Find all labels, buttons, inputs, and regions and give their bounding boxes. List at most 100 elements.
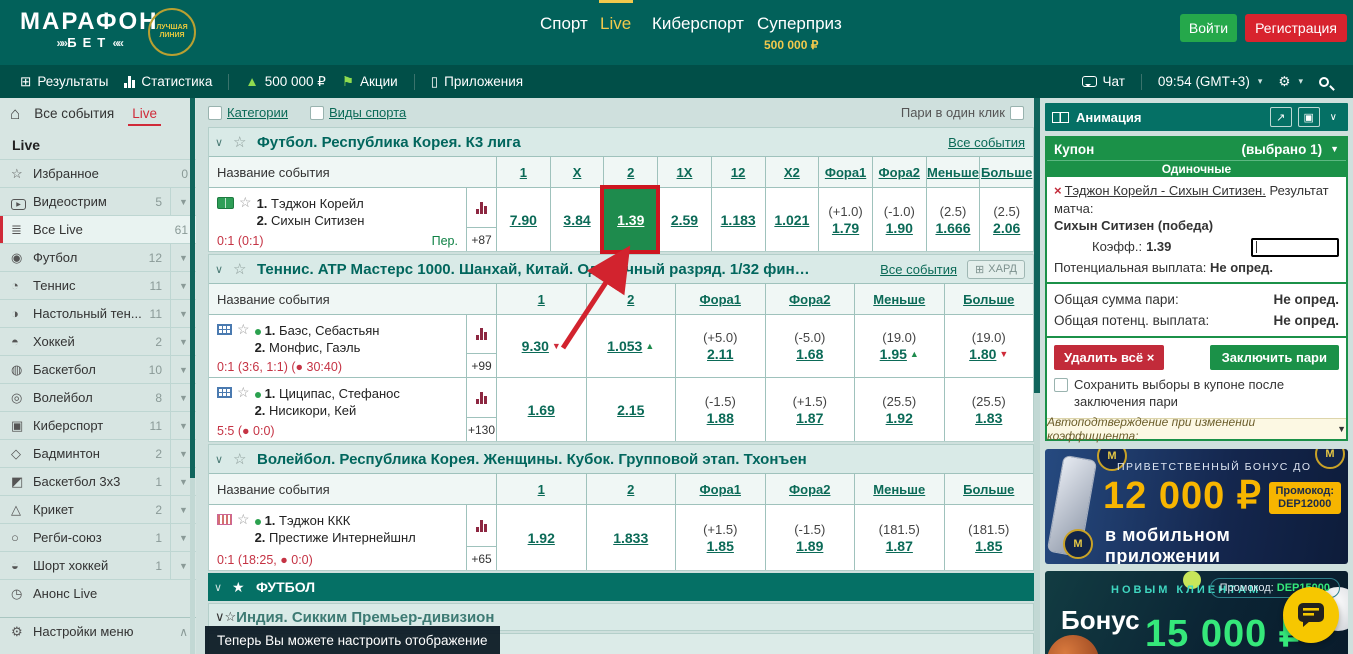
checkbox[interactable] <box>1054 378 1068 392</box>
sidebar-item-videostream[interactable]: ▶Видеострим5▼ <box>0 187 196 215</box>
filter-sports[interactable]: Виды спорта <box>310 105 406 120</box>
event-name-cell[interactable]: ☆ 1. Баэс, Себастьян 2. Монфис, Гаэль 0:… <box>209 315 466 377</box>
sidebar-item-table-tennis[interactable]: ◑Настольный тен...11▼ <box>0 299 196 327</box>
sidebar-item-badminton[interactable]: ◇Бадминтон2▼ <box>0 439 196 467</box>
star-icon[interactable]: ☆ <box>237 512 250 546</box>
nav-superprize[interactable]: Суперприз <box>757 14 842 34</box>
sidebar-scrollbar[interactable] <box>190 98 195 654</box>
nav-sport[interactable]: Спорт <box>540 14 588 34</box>
column-header[interactable]: Больше <box>944 284 1034 314</box>
brand-logo[interactable]: МАРАФОН »» БЕТ «« <box>20 9 158 51</box>
odds-cell[interactable]: (+1.5)1.87 <box>765 378 855 441</box>
sidebar-item-favorites[interactable]: ☆Избранное0 <box>0 159 196 187</box>
star-icon[interactable]: ☆ <box>233 450 257 468</box>
tab-all-events[interactable]: Все события <box>34 106 114 121</box>
sidebar-item-hockey[interactable]: ◓Хоккей2▼ <box>0 327 196 355</box>
autoconfirm-bar[interactable]: Автоподтверждение при изменении коэффици… <box>1047 418 1346 439</box>
tab-live[interactable]: Live <box>128 101 161 126</box>
event-name-cell[interactable]: ☆ 1. Тэджон ККК 2. Престиже Интернейшнл … <box>209 505 466 570</box>
star-filled-icon[interactable]: ★ <box>232 579 256 596</box>
sidebar-item-football[interactable]: ◉Футбол12▼ <box>0 243 196 271</box>
odds-cell[interactable]: 1.021 <box>765 188 819 251</box>
stats-chart-button[interactable] <box>467 315 496 353</box>
star-icon[interactable]: ☆ <box>225 609 237 625</box>
nav-live[interactable]: Live <box>600 14 631 34</box>
stake-input[interactable] <box>1251 238 1339 257</box>
more-markets-button[interactable]: +65 <box>467 546 496 570</box>
collapse-chevron-icon[interactable]: ∨ <box>215 609 225 625</box>
odds-cell[interactable]: 1.92 <box>496 505 586 570</box>
stats-chart-button[interactable] <box>467 505 496 546</box>
event-name-cell[interactable]: ☆ 1. Тэджон Корейл 2. Сихын Ситизен 0:1 … <box>209 188 466 251</box>
mobile-app-banner[interactable]: М М М ПРИВЕТСТВЕННЫЙ БОНУС ДО 12 000 ₽ П… <box>1045 449 1348 564</box>
odds-cell[interactable]: (-1.5)1.89 <box>765 505 855 570</box>
odds-cell[interactable]: (25.5)1.83 <box>944 378 1034 441</box>
column-header[interactable]: 2 <box>603 157 657 187</box>
delete-all-button[interactable]: Удалить всё × <box>1054 345 1164 370</box>
more-markets-button[interactable]: +130 <box>467 417 496 441</box>
sidebar-item-announce-live[interactable]: ◷Анонс Live <box>0 579 196 607</box>
column-header[interactable]: Больше <box>979 157 1033 187</box>
odds-cell[interactable]: (181.5)1.85 <box>944 505 1034 570</box>
stats-chart-button[interactable] <box>467 188 496 227</box>
statistics-link[interactable]: Статистика <box>124 74 212 89</box>
odds-cell[interactable]: (+1.0)1.79 <box>818 188 872 251</box>
collapse-chevron-icon[interactable]: ∨ <box>215 263 233 276</box>
odds-cell[interactable]: (-1.0)1.90 <box>872 188 926 251</box>
odds-cell[interactable]: 9.30▼ <box>496 315 586 377</box>
column-header[interactable]: X <box>550 157 604 187</box>
fullscreen-icon[interactable]: ▣ <box>1298 107 1320 127</box>
sidebar-menu-settings[interactable]: ⚙Настройки меню∧ <box>0 617 196 645</box>
sidebar-item-short-hockey[interactable]: ◒Шорт хоккей1▼ <box>0 551 196 579</box>
column-header[interactable]: 1 <box>496 157 550 187</box>
odds-cell[interactable]: (19.0)1.95▲ <box>854 315 944 377</box>
column-header[interactable]: Меньше <box>854 474 944 504</box>
sidebar-item-rugby[interactable]: ○Регби-союз1▼ <box>0 523 196 551</box>
checkbox[interactable] <box>208 106 222 120</box>
column-header[interactable]: 12 <box>711 157 765 187</box>
home-icon[interactable]: ⌂ <box>10 104 20 124</box>
bet-slip-header[interactable]: Купон (выбрано 1) ▼ <box>1047 138 1346 160</box>
settings-menu-button[interactable]: ⚙▾ <box>1278 74 1303 90</box>
one-click-bet-toggle[interactable]: Пари в один клик <box>901 105 1024 120</box>
column-header[interactable]: Фора1 <box>675 474 765 504</box>
column-header[interactable]: Фора1 <box>675 284 765 314</box>
keep-selections-option[interactable]: Сохранить выборы в купоне после заключен… <box>1047 375 1346 418</box>
odds-cell[interactable]: 7.90 <box>496 188 550 251</box>
nav-esports[interactable]: Киберспорт <box>652 14 744 34</box>
column-header[interactable]: Меньше <box>926 157 980 187</box>
column-header[interactable]: 1 <box>496 474 586 504</box>
bet-match-link[interactable]: Тэджон Корейл - Сихын Ситизен. <box>1065 183 1266 198</box>
sidebar-item-basketball3x3[interactable]: ◩Баскетбол 3х31▼ <box>0 467 196 495</box>
checkbox[interactable] <box>1010 106 1024 120</box>
odds-cell[interactable]: (+1.5)1.85 <box>675 505 765 570</box>
star-icon[interactable]: ☆ <box>233 133 257 151</box>
column-header[interactable]: Фора2 <box>872 157 926 187</box>
odds-cell[interactable]: 1.833 <box>586 505 676 570</box>
column-header[interactable]: Фора2 <box>765 284 855 314</box>
chevron-down-icon[interactable]: ∨ <box>1326 112 1341 123</box>
jackpot-link[interactable]: ▲500 000 ₽ <box>245 74 326 90</box>
time-selector[interactable]: 09:54 (GMT+3)▾ <box>1158 74 1262 89</box>
star-icon[interactable]: ☆ <box>239 195 252 229</box>
odds-cell[interactable]: (2.5)2.06 <box>979 188 1033 251</box>
support-chat-button[interactable] <box>1283 587 1339 643</box>
remove-bet-icon[interactable]: × <box>1054 183 1062 198</box>
odds-cell[interactable]: 1.183 <box>711 188 765 251</box>
collapse-chevron-icon[interactable]: ∨ <box>214 581 232 594</box>
expand-icon[interactable]: ↗ <box>1270 107 1292 127</box>
sidebar-item-all-live[interactable]: ≣Все Live61 <box>0 215 196 243</box>
odds-cell[interactable]: 1.69 <box>496 378 586 441</box>
stats-chart-button[interactable] <box>467 378 496 417</box>
search-button[interactable] <box>1319 77 1333 87</box>
collapse-chevron-icon[interactable]: ∨ <box>215 453 233 466</box>
odds-cell[interactable]: 2.59 <box>657 188 711 251</box>
column-header[interactable]: Меньше <box>854 284 944 314</box>
apps-link[interactable]: ▯Приложения <box>431 74 523 90</box>
column-header[interactable]: 1X <box>657 157 711 187</box>
odds-cell[interactable]: (2.5)1.666 <box>926 188 980 251</box>
sidebar-item-basketball[interactable]: ◍Баскетбол10▼ <box>0 355 196 383</box>
star-icon[interactable]: ☆ <box>237 385 250 419</box>
odds-cell[interactable]: (181.5)1.87 <box>854 505 944 570</box>
odds-cell[interactable]: 3.84 <box>550 188 604 251</box>
